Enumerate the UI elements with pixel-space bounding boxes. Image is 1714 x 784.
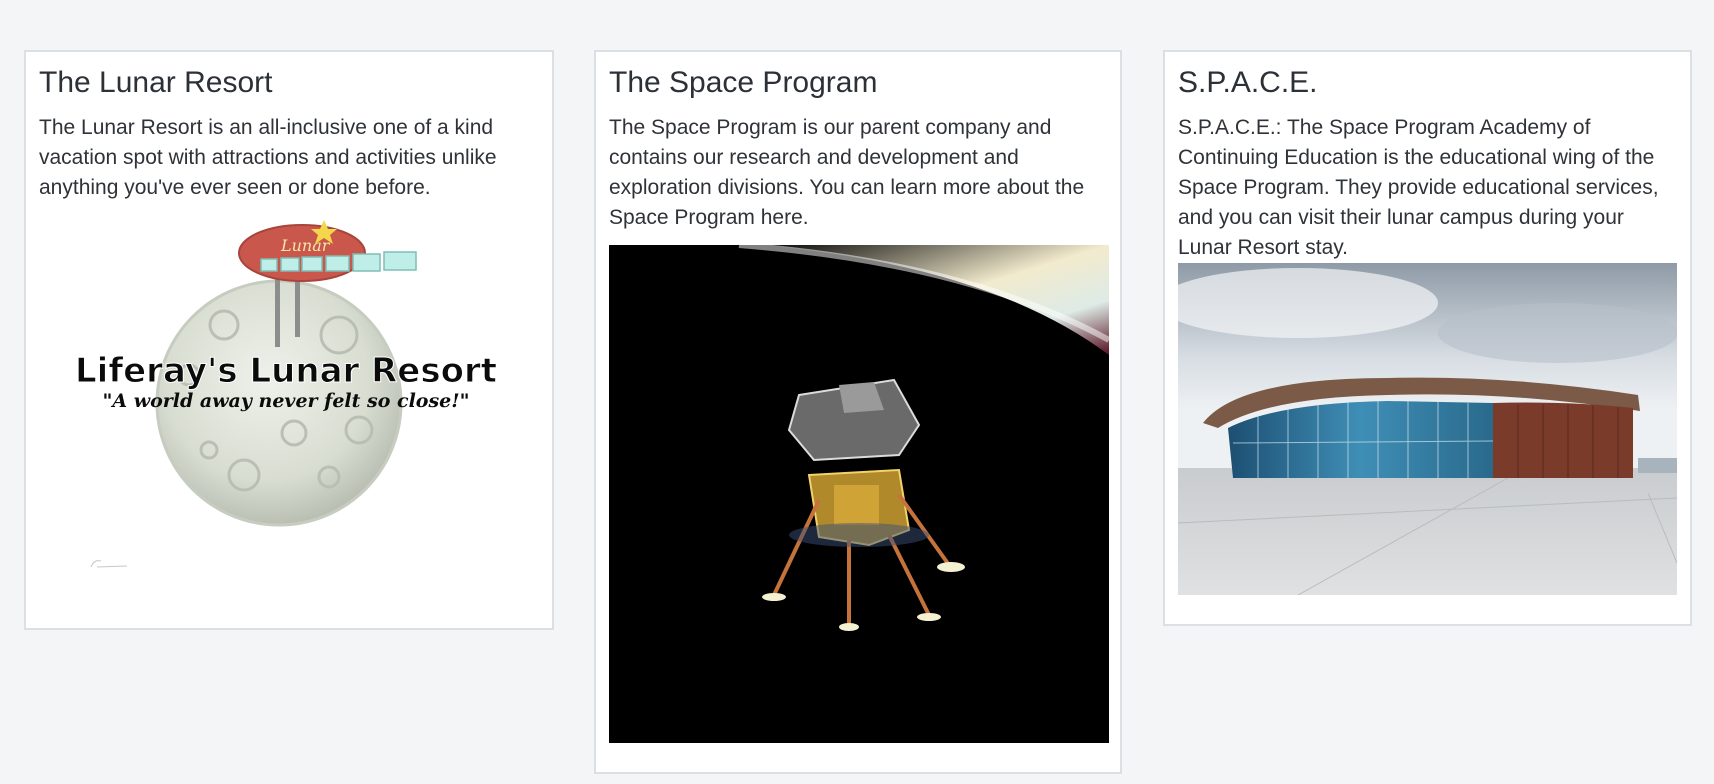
lunar-resort-logo-image: Lunar Liferay's Lunar Resort "A world aw…	[39, 215, 539, 610]
logo-main-text: Liferay's Lunar Resort	[75, 351, 497, 391]
logo-tagline-text: "A world away never felt so close!"	[102, 390, 469, 412]
card-lunar-resort: The Lunar Resort The Lunar Resort is an …	[24, 50, 554, 630]
card-body: The Space Program is our parent company …	[609, 116, 1085, 229]
card-title: The Lunar Resort	[39, 66, 273, 99]
card-body: The Lunar Resort is an all-inclusive one…	[39, 116, 497, 199]
spaceport-building-photo	[1178, 263, 1677, 595]
lunar-module-photo	[609, 245, 1109, 743]
card-title: The Space Program	[609, 66, 878, 99]
card-title: S.P.A.C.E.	[1178, 66, 1318, 99]
logo-script-text: Lunar	[280, 236, 331, 255]
card-space-academy: S.P.A.C.E. S.P.A.C.E.: The Space Program…	[1163, 50, 1692, 626]
card-space-program: The Space Program The Space Program is o…	[594, 50, 1122, 774]
card-body: S.P.A.C.E.: The Space Program Academy of…	[1178, 116, 1659, 259]
